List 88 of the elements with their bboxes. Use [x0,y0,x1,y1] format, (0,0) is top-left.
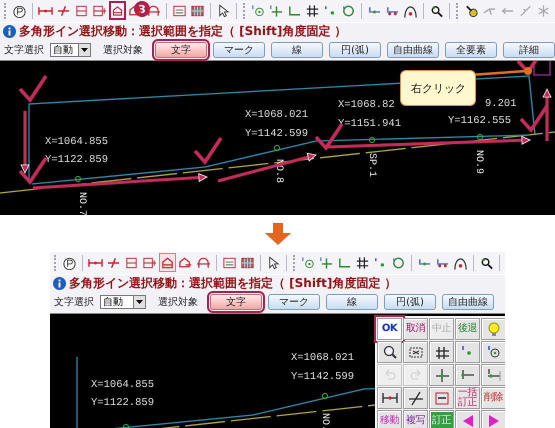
palette-button[interactable]: 移動 [377,410,402,428]
polyline [76,356,78,428]
coordinate-label: Y=1151.941 [338,118,402,130]
mode-dropdown[interactable]: 自動 [50,43,91,58]
target-button[interactable]: 文字 [155,42,207,58]
palette-button[interactable]: 取消 [403,318,428,340]
coordinate-label: Y=1122.859 [45,154,108,166]
point-marker [322,392,328,399]
annotation-arrow [542,88,552,142]
light-bulb-icon [486,320,502,337]
status-message: 多角形イン選択移動：選択範囲を指定（ [Shift]角度固定 ） [19,22,347,40]
info-icon [3,24,16,38]
target-label: 選択対象 [158,296,198,310]
station-label: NO.9 [473,150,484,174]
station-label: SP.1 [366,153,377,178]
circle-icon [391,254,406,271]
coordinate-label: X=1064.855 [45,136,108,148]
palette-button[interactable] [481,340,505,363]
annotation-arrow [20,111,30,174]
check-mark-icon [194,137,222,166]
station-label: NO. [319,412,330,428]
palette-button[interactable] [377,386,402,409]
target-button[interactable]: 線 [326,294,378,310]
slash-line-icon [408,390,424,406]
coordinate-label: X=1068.021 [291,352,354,364]
circle-point-icon [251,2,266,19]
target-button[interactable]: 自由曲線 [442,294,494,310]
mode-dropdown[interactable]: 自動 [100,295,146,310]
target-button[interactable]: 自由曲線 [387,42,439,58]
target-label: 選択対象 [103,44,143,58]
hash-icon [305,2,320,19]
point-marker [477,134,483,140]
cross-point-icon [319,254,334,271]
target-button[interactable]: 円(弧) [384,294,436,310]
callout: 右クリック [400,70,476,106]
target-button[interactable]: 全要素 [445,42,497,58]
palette-button[interactable] [403,340,428,363]
dropdown-arrow-icon [136,300,143,304]
hash-icon [355,254,370,271]
star-cross-icon [536,2,551,19]
station-label: NO.7 [76,192,87,216]
coordinate-label: Y=1122.859 [91,396,154,409]
coordinate-label: Y=1142.599 [291,370,354,383]
palette-button[interactable]: 削除 [481,386,505,409]
palette-button[interactable] [481,364,505,386]
point-marker [274,145,280,152]
palette-button[interactable]: OK [377,318,402,340]
line-point-icon [486,366,502,383]
palette-button[interactable]: 一括訂正 [455,386,480,409]
dropdown-arrow-icon [81,48,88,52]
target-button[interactable]: 文字 [210,294,262,310]
coordinate-label: Y=1162.555 [448,115,512,128]
status-message: 多角形イン選択移動：選択範囲を指定（ [Shift]角度固定 ） [69,274,397,292]
circle-point-icon [301,254,316,271]
palette-button[interactable] [455,364,480,386]
coordinate-label: 9.201 [485,98,517,110]
circle-icon [341,2,356,19]
point-marker [75,176,81,182]
circle-point-icon [486,344,502,360]
target-button[interactable]: 詳細 [503,42,555,58]
point-marker [123,424,129,428]
down-arrow-icon [264,222,290,245]
coordinate-label: X=1068.021 [245,109,308,122]
palette-button[interactable] [429,364,454,386]
point-marker [369,137,375,144]
check-mark-icon [520,105,548,134]
target-button[interactable]: マーク [268,294,320,310]
palette-button[interactable] [403,386,428,409]
target-button[interactable]: 線 [271,42,323,58]
target-button[interactable]: 円(弧) [329,42,381,58]
mode-label: 文字選択 [4,44,44,58]
polygon-icon [160,254,175,271]
coordinate-label: X=1064.855 [91,378,154,391]
tool-button[interactable] [109,1,126,20]
palette-button[interactable] [377,340,402,363]
coordinate-label: Y=1142.599 [245,128,308,140]
target-button[interactable]: マーク [213,42,265,58]
check-mark-icon [18,75,48,104]
cross-point-icon [434,366,450,383]
coordinate-label: X=1068.82 [338,99,395,112]
palette-button[interactable] [429,340,454,363]
palette-button[interactable]: 複写 [403,410,428,428]
info-icon [53,276,66,290]
mode-label: 文字選択 [54,296,94,310]
magnifier-icon [382,344,398,360]
cross-point-icon [269,2,284,19]
selection-handle [534,61,550,76]
palette-button[interactable]: 後退 [455,318,480,340]
